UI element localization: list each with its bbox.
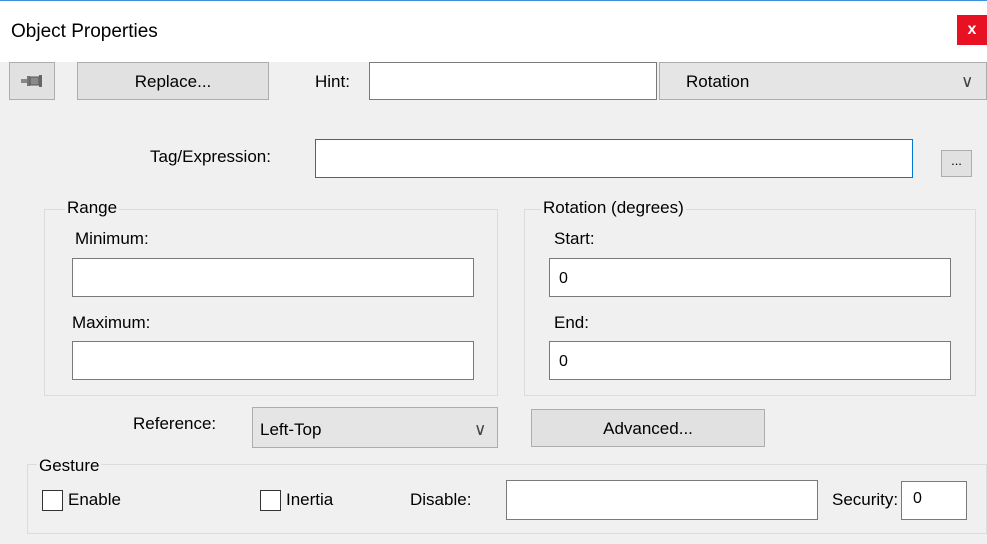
pushpin-icon <box>21 75 42 87</box>
maximum-label: Maximum: <box>72 313 151 332</box>
advanced-button-label: Advanced... <box>603 418 693 438</box>
disable-label: Disable: <box>410 490 472 509</box>
browse-button[interactable]: ... <box>941 150 972 177</box>
start-value: 0 <box>559 270 568 287</box>
ellipsis-icon: ... <box>951 153 962 168</box>
gesture-legend: Gesture <box>37 456 102 475</box>
close-button[interactable]: x <box>957 15 987 45</box>
enable-label: Enable <box>68 490 121 509</box>
object-type-value: Rotation <box>686 72 750 91</box>
disable-input[interactable] <box>506 480 818 520</box>
range-legend: Range <box>65 198 120 217</box>
tag-expression-label: Tag/Expression: <box>150 147 271 166</box>
pin-button[interactable] <box>9 62 55 100</box>
start-input[interactable] <box>549 258 951 297</box>
security-value: 0 <box>913 490 922 507</box>
replace-button-label: Replace... <box>134 71 212 91</box>
replace-button[interactable]: Replace... <box>77 62 269 100</box>
maximum-input[interactable] <box>72 341 474 380</box>
reference-value: Left-Top <box>260 420 322 439</box>
minimum-input[interactable] <box>72 258 474 297</box>
inertia-checkbox[interactable] <box>260 490 281 511</box>
minimum-label: Minimum: <box>75 229 149 248</box>
close-icon: x <box>967 21 977 38</box>
start-label: Start: <box>554 229 595 248</box>
enable-checkbox[interactable] <box>42 490 63 511</box>
end-value: 0 <box>559 353 568 370</box>
reference-label: Reference: <box>133 414 217 433</box>
rotation-legend: Rotation (degrees) <box>541 198 686 217</box>
window-title: Object Properties <box>11 21 158 42</box>
hint-input[interactable] <box>369 62 657 100</box>
tag-expression-input[interactable] <box>315 139 913 178</box>
chevron-down-icon: ∨ <box>961 72 974 91</box>
security-input[interactable] <box>901 481 967 520</box>
hint-label: Hint: <box>315 72 350 91</box>
advanced-button[interactable]: Advanced... <box>531 409 765 447</box>
chevron-down-icon: ∨ <box>474 420 487 439</box>
end-label: End: <box>554 313 589 332</box>
security-label: Security: <box>832 490 899 509</box>
end-input[interactable] <box>549 341 951 380</box>
inertia-label: Inertia <box>286 490 334 509</box>
